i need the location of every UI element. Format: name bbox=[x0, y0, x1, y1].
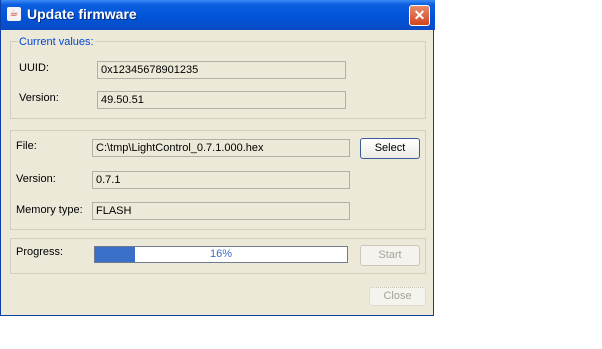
uuid-field: 0x12345678901235 bbox=[97, 61, 346, 79]
window-title: Update firmware bbox=[27, 6, 137, 22]
progress-percent: 16% bbox=[209, 248, 233, 260]
progress-label: Progress: bbox=[16, 246, 64, 258]
java-cup-icon: ☕ bbox=[7, 7, 21, 21]
memory-type-label: Memory type: bbox=[16, 204, 83, 216]
current-values-legend: Current values: bbox=[18, 36, 95, 48]
update-firmware-window: ☕ Update firmware ✕ Current values: UUID… bbox=[0, 0, 435, 316]
file-label: File: bbox=[16, 140, 37, 152]
start-button[interactable]: Start bbox=[360, 245, 420, 266]
close-button[interactable]: Close bbox=[369, 287, 426, 306]
current-version-field: 49.50.51 bbox=[97, 91, 346, 109]
progress-bar: 16% bbox=[94, 246, 348, 263]
window-close-button[interactable]: ✕ bbox=[409, 5, 430, 26]
file-version-field: 0.7.1 bbox=[92, 171, 350, 189]
file-version-label: Version: bbox=[16, 173, 56, 185]
select-button[interactable]: Select bbox=[360, 138, 420, 159]
uuid-label: UUID: bbox=[19, 62, 49, 74]
current-version-label: Version: bbox=[19, 92, 59, 104]
title-bar[interactable]: ☕ Update firmware ✕ bbox=[1, 0, 435, 30]
memory-type-field: FLASH bbox=[92, 202, 350, 220]
file-path-field: C:\tmp\LightControl_0.7.1.000.hex bbox=[92, 139, 350, 157]
